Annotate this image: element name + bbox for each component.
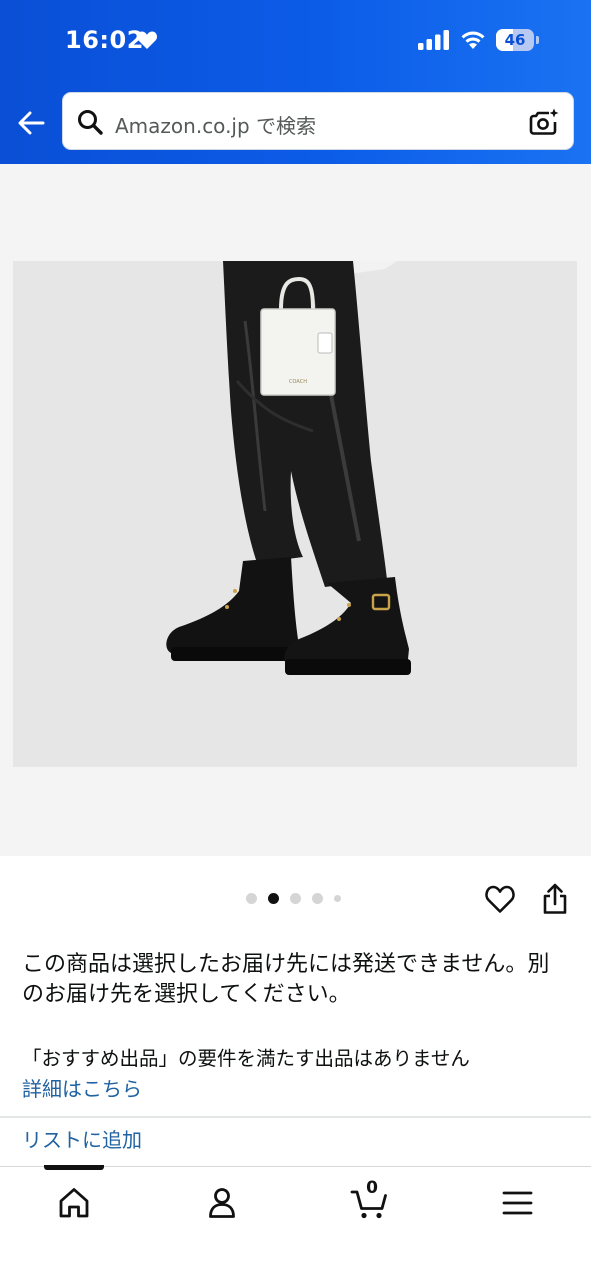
- back-arrow-icon[interactable]: [16, 108, 46, 138]
- bottom-navigation: [0, 1165, 591, 1280]
- pagination-dot[interactable]: [290, 892, 301, 904]
- product-gallery[interactable]: COACH: [0, 164, 591, 856]
- cart-count: 0: [366, 1178, 378, 1198]
- image-pagination: [246, 892, 341, 904]
- search-icon: [78, 110, 103, 135]
- status-time: 16:02: [65, 26, 144, 54]
- status-bar: 16:02 46: [0, 0, 591, 80]
- header: 16:02 46 Amazon.co.jp で検索: [0, 0, 591, 164]
- svg-text:COACH: COACH: [289, 379, 307, 385]
- search-input[interactable]: Amazon.co.jp で検索: [115, 110, 316, 139]
- favorite-heart-icon[interactable]: [484, 884, 516, 914]
- search-bar[interactable]: Amazon.co.jp で検索: [62, 92, 574, 150]
- signal-icon: [418, 30, 449, 50]
- wifi-icon: [461, 31, 485, 49]
- pagination-dot[interactable]: [334, 894, 341, 902]
- battery-icon: 46: [496, 29, 540, 51]
- share-icon[interactable]: [541, 883, 569, 915]
- recommended-offer-text: 「おすすめ出品」の要件を満たす出品はありません: [22, 1047, 470, 1070]
- pagination-dot-active[interactable]: [268, 892, 279, 904]
- product-image[interactable]: COACH: [13, 261, 577, 767]
- add-to-list-link[interactable]: リストに追加: [22, 1124, 142, 1153]
- divider: [0, 1116, 591, 1118]
- home-icon[interactable]: [54, 1183, 94, 1223]
- pagination-dot[interactable]: [246, 892, 257, 904]
- details-link[interactable]: 詳細はこちら: [22, 1073, 142, 1102]
- account-icon[interactable]: [202, 1183, 242, 1223]
- battery-level: 46: [504, 31, 526, 49]
- camera-icon[interactable]: [529, 107, 559, 137]
- product-photo-illustration: COACH: [13, 261, 577, 767]
- heart-icon: [136, 31, 158, 49]
- shipping-notice: この商品は選択したお届け先には発送できません。別のお届け先を選択してください。: [22, 952, 550, 1007]
- pagination-dot[interactable]: [312, 892, 323, 904]
- nav-active-indicator: [44, 1165, 104, 1170]
- menu-icon[interactable]: [498, 1183, 538, 1223]
